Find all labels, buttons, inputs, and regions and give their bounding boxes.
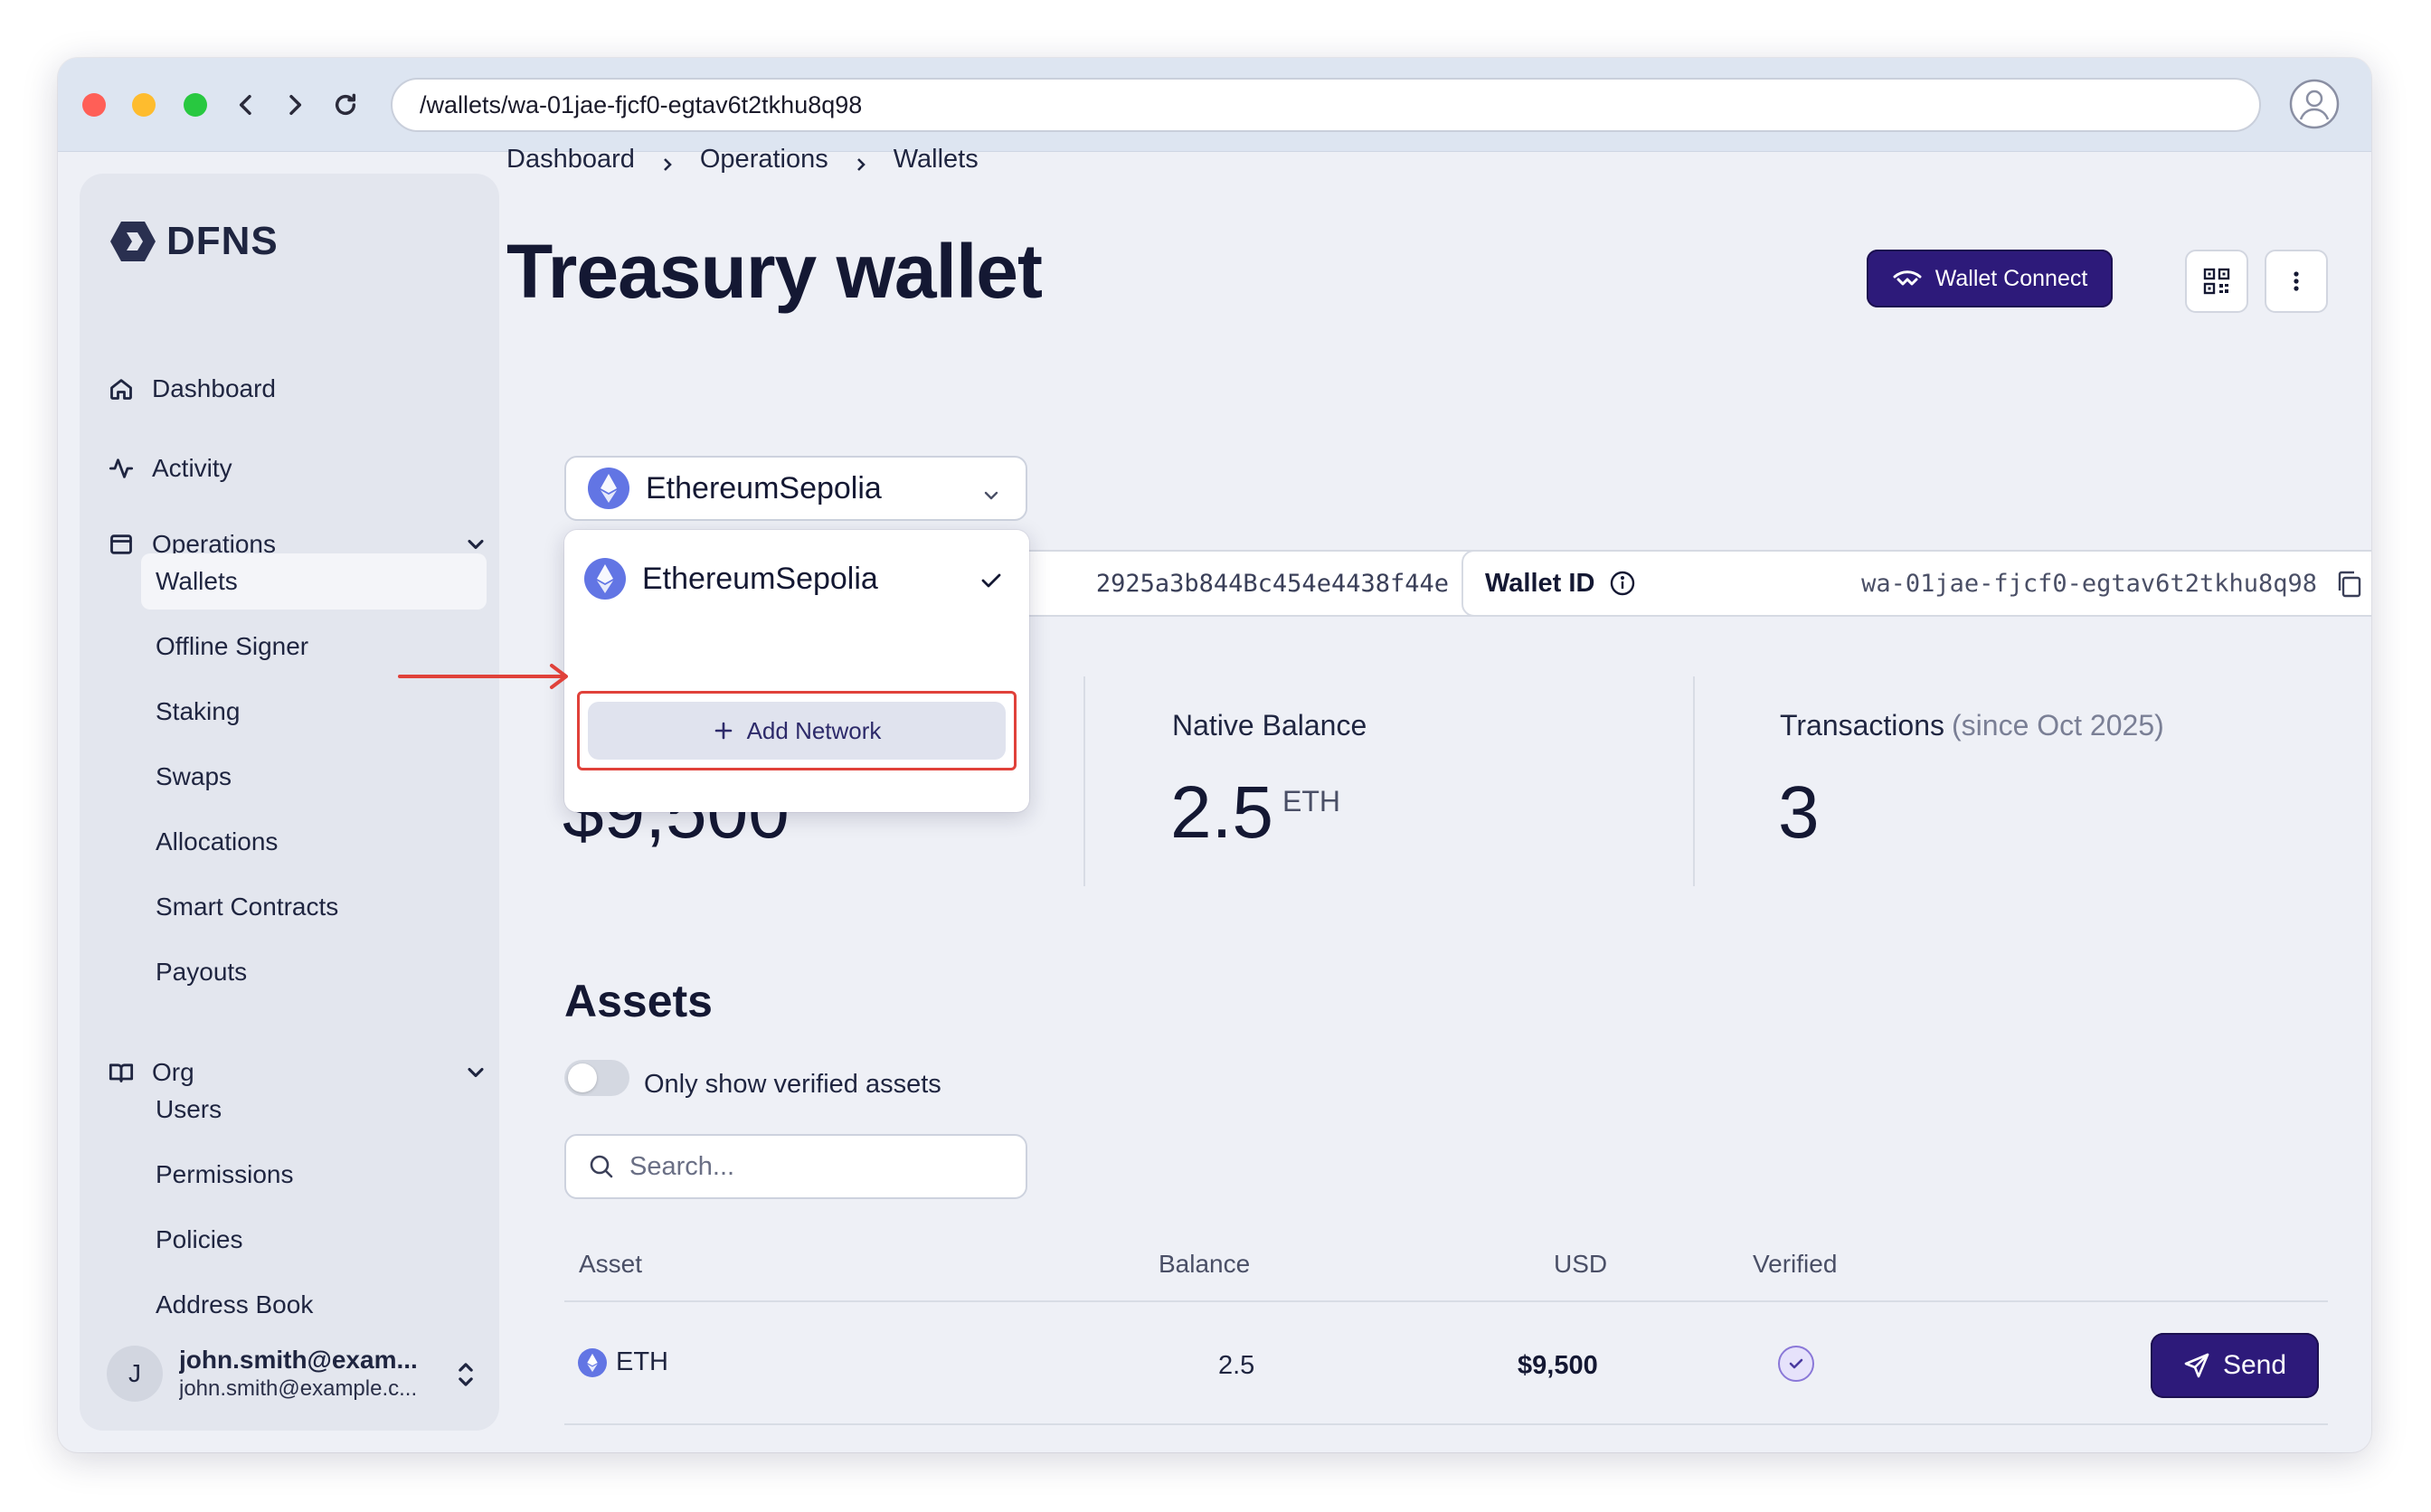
breadcrumb-dashboard[interactable]: Dashboard [506, 145, 635, 175]
walletconnect-icon [1893, 270, 1922, 286]
toggle-knob [568, 1063, 597, 1092]
ethereum-icon [588, 468, 629, 509]
wallet-connect-button[interactable]: Wallet Connect [1867, 250, 2113, 307]
column-header-usd: USD [1554, 1250, 1608, 1278]
ethereum-icon [578, 1347, 607, 1377]
more-options-button[interactable] [2265, 250, 2328, 313]
ethereum-icon [584, 558, 626, 600]
network-dropdown-menu: EthereumSepolia Add Network [564, 530, 1029, 812]
send-icon [2184, 1353, 2209, 1378]
chevron-right-icon [852, 151, 870, 171]
check-icon [979, 566, 1004, 601]
network-select-value: EthereumSepolia [646, 470, 882, 506]
highlight-annotation-box [577, 691, 1017, 770]
main-content: Dashboard Operations Wallets Treasury wa… [58, 58, 2371, 1452]
usd-cell: $9,500 [1518, 1351, 1598, 1380]
breadcrumb-wallets[interactable]: Wallets [894, 145, 979, 175]
column-header-verified: Verified [1753, 1250, 1838, 1278]
info-icon[interactable] [1609, 570, 1636, 597]
breadcrumb: Dashboard Operations Wallets [506, 145, 979, 175]
more-vertical-icon [2294, 271, 2299, 291]
verified-check-icon [1778, 1346, 1814, 1382]
browser-window: /wallets/wa-01jae-fjcf0-egtav6t2tkhu8q98… [58, 58, 2371, 1452]
wallet-address-value: 2925a3b844Bc454e4438f44e [1095, 569, 1449, 598]
transactions-value: 3 [1778, 771, 1820, 854]
chevron-down-icon [980, 479, 1002, 515]
asset-name: ETH [616, 1347, 668, 1376]
search-icon [590, 1155, 613, 1178]
asset-cell: ETH [578, 1347, 668, 1377]
chevron-right-icon [658, 151, 676, 171]
transactions-since: (since Oct 2025) [1952, 709, 2164, 742]
column-header-asset: Asset [579, 1250, 643, 1278]
balance-cell: 2.5 [1218, 1351, 1255, 1380]
verified-assets-toggle-label: Only show verified assets [644, 1070, 941, 1099]
wallet-id-label: Wallet ID [1485, 568, 1595, 598]
copy-icon[interactable] [2335, 570, 2362, 606]
network-option-ethereum-sepolia[interactable]: EthereumSepolia [584, 552, 1009, 606]
network-select[interactable]: EthereumSepolia [564, 456, 1027, 521]
transactions-label: Transactions (since Oct 2025) [1780, 709, 2164, 742]
transactions-label-text: Transactions [1780, 709, 1944, 742]
wallet-id-value: wa-01jae-fjcf0-egtav6t2tkhu8q98 [1861, 569, 2317, 598]
wallet-connect-label: Wallet Connect [1934, 265, 2088, 291]
divider [1083, 676, 1085, 886]
assets-title: Assets [564, 976, 713, 1026]
native-balance-unit: ETH [1282, 785, 1340, 817]
network-option-label: EthereumSepolia [642, 561, 878, 596]
search-placeholder: Search... [629, 1151, 735, 1181]
send-button[interactable]: Send [2151, 1333, 2319, 1398]
verified-assets-toggle[interactable] [564, 1060, 629, 1096]
breadcrumb-operations[interactable]: Operations [700, 145, 828, 175]
native-balance-value: 2.5 [1170, 771, 1273, 854]
native-balance-label: Native Balance [1172, 709, 1367, 742]
qr-code-icon [2203, 268, 2230, 295]
send-label: Send [2222, 1350, 2287, 1380]
qr-code-button[interactable] [2185, 250, 2248, 313]
annotation-arrow-icon [398, 664, 568, 689]
column-header-balance: Balance [1159, 1250, 1251, 1278]
divider [1693, 676, 1695, 886]
table-row-divider [564, 1423, 2328, 1425]
wallet-address-field[interactable]: 2925a3b844Bc454e4438f44e [1007, 550, 1487, 617]
page-title: Treasury wallet [506, 229, 1043, 314]
wallet-id-field: Wallet ID wa-01jae-fjcf0-egtav6t2tkhu8q9… [1461, 550, 2371, 617]
table-header-divider [564, 1300, 2328, 1302]
asset-search-input[interactable]: Search... [564, 1134, 1027, 1199]
